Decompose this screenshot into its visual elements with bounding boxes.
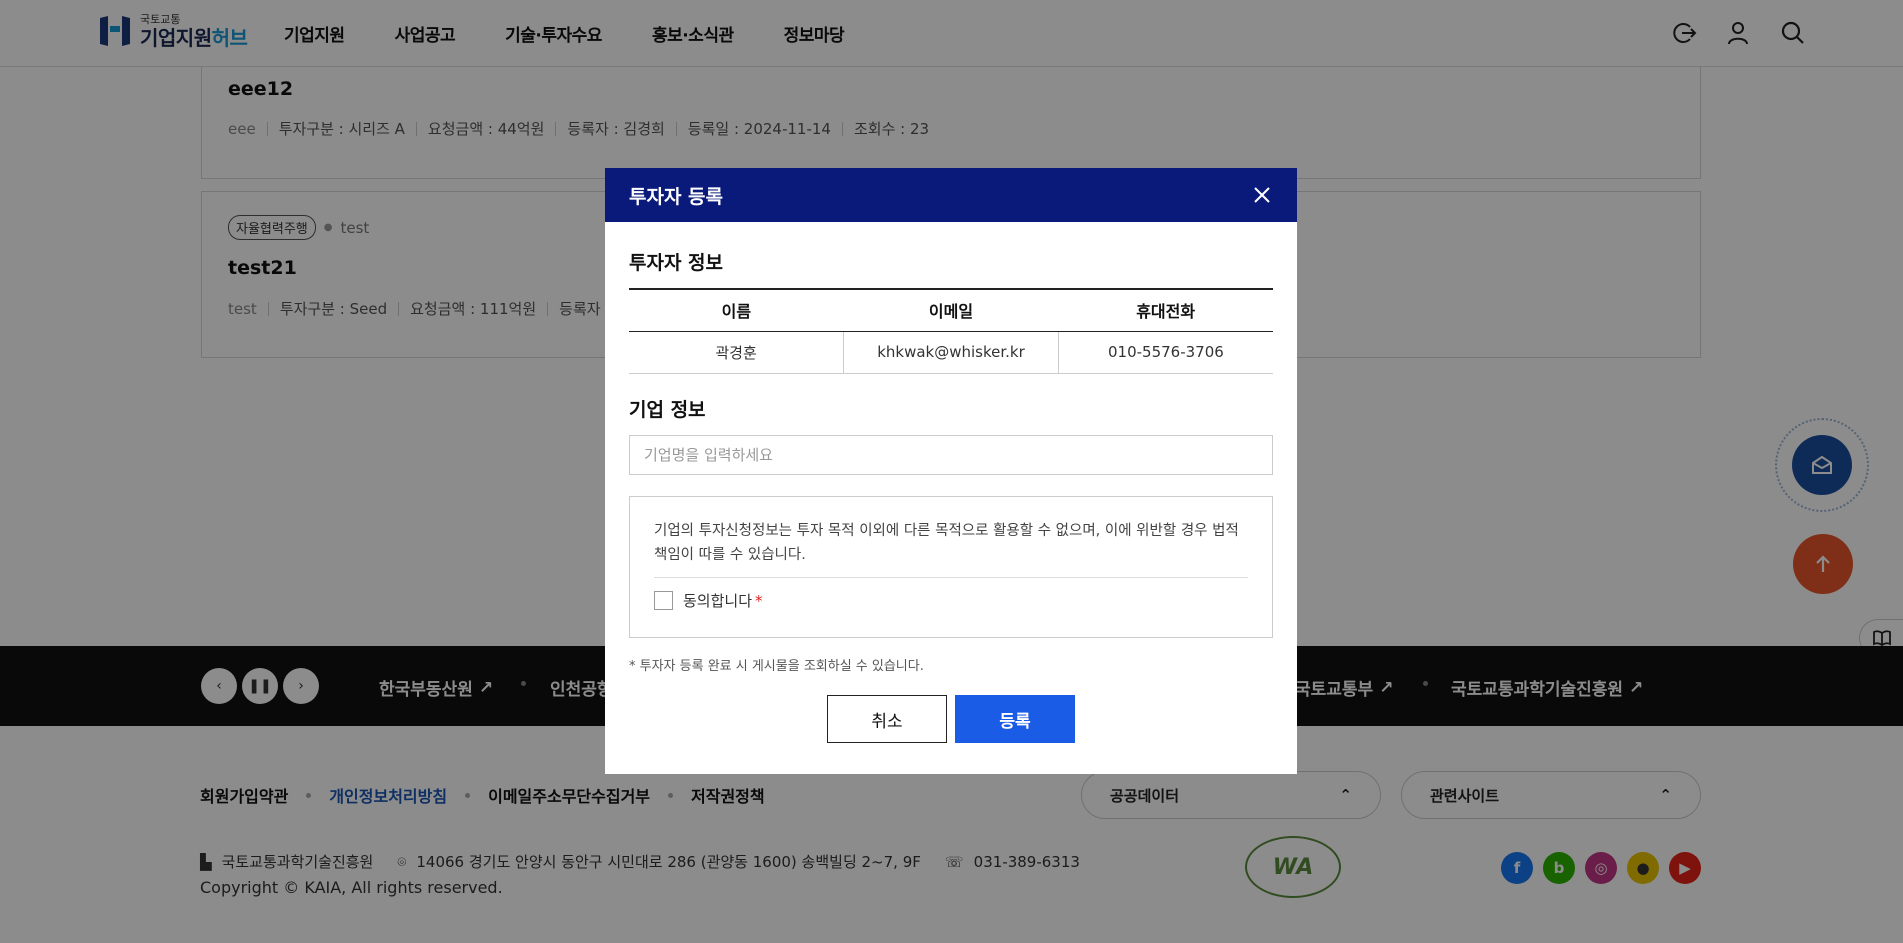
investor-name: 곽경훈 xyxy=(629,331,844,374)
investor-email: khkwak@whisker.kr xyxy=(843,331,1059,374)
column-phone: 휴대전화 xyxy=(1058,289,1273,332)
modal-header: 투자자 등록 xyxy=(605,168,1297,222)
modal-title: 투자자 등록 xyxy=(629,185,724,208)
agreement-text: 기업의 투자신청정보는 투자 목적 이외에 다른 목적으로 활용할 수 없으며,… xyxy=(654,519,1248,578)
agree-label[interactable]: 동의합니다 * xyxy=(683,590,763,611)
register-button[interactable]: 등록 xyxy=(955,695,1075,743)
column-email: 이메일 xyxy=(843,289,1059,332)
investor-register-modal: 투자자 등록 투자자 정보 이름 이메일 휴대전화 곽경훈 khkwak@whi… xyxy=(605,168,1297,774)
company-section-title: 기업 정보 xyxy=(629,399,706,421)
investor-section-title: 투자자 정보 xyxy=(629,252,724,274)
register-note: * 투자자 등록 완료 시 게시물을 조회하실 수 있습니다. xyxy=(629,659,924,674)
cancel-button[interactable]: 취소 xyxy=(827,695,947,743)
investor-info-table: 이름 이메일 휴대전화 곽경훈 khkwak@whisker.kr 010-55… xyxy=(629,288,1273,374)
agree-row[interactable]: 동의합니다 * xyxy=(654,590,1248,611)
table-row: 곽경훈 khkwak@whisker.kr 010-5576-3706 xyxy=(629,331,1273,374)
agreement-box: 기업의 투자신청정보는 투자 목적 이외에 다른 목적으로 활용할 수 없으며,… xyxy=(629,496,1273,638)
close-icon[interactable] xyxy=(1251,184,1273,206)
column-name: 이름 xyxy=(629,289,844,332)
agree-checkbox[interactable] xyxy=(654,591,673,610)
company-name-input[interactable] xyxy=(629,435,1273,475)
required-mark: * xyxy=(755,592,763,610)
investor-phone: 010-5576-3706 xyxy=(1057,331,1273,374)
